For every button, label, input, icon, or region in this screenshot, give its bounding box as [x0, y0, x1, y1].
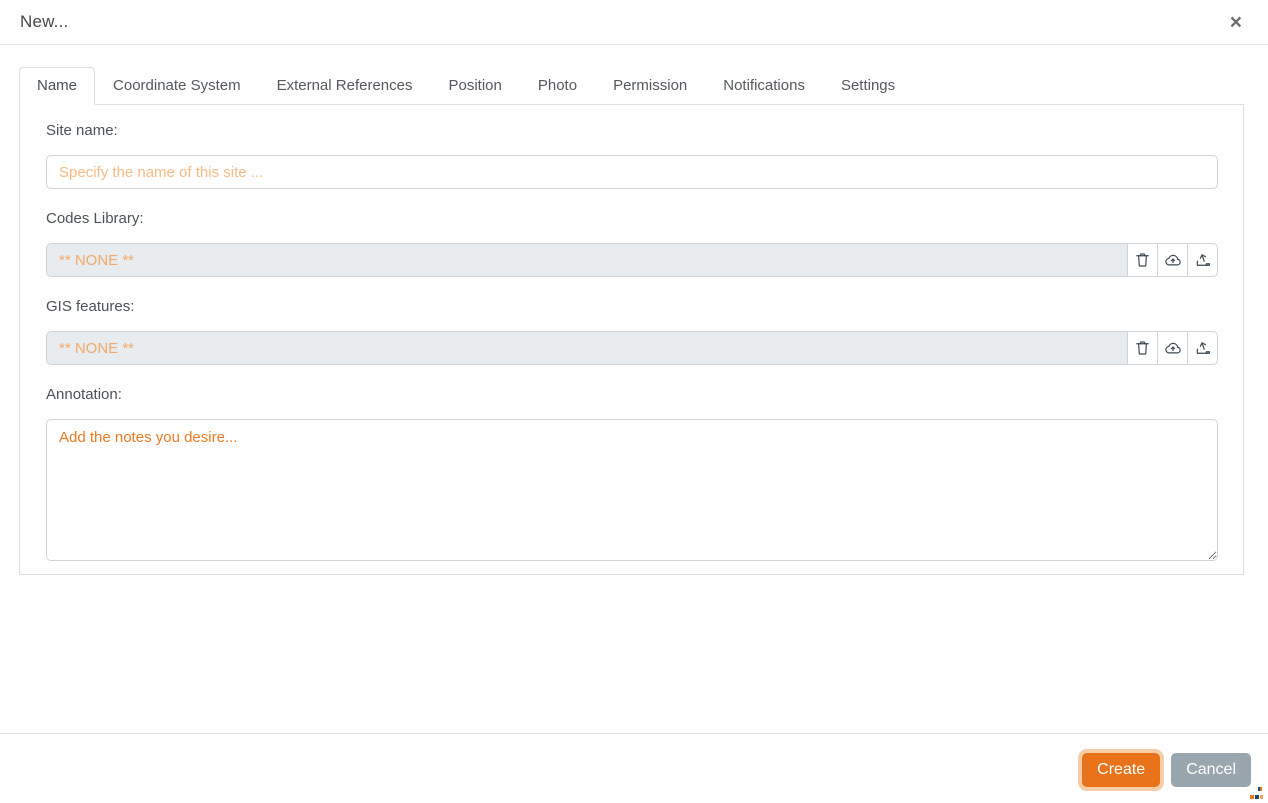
- gis-features-field: GIS features:: [46, 298, 1218, 365]
- trash-icon: [1134, 339, 1151, 357]
- trash-icon: [1134, 251, 1151, 269]
- upload-icon: [1194, 339, 1212, 357]
- gis-features-value[interactable]: [46, 331, 1128, 365]
- gis-features-label: GIS features:: [46, 298, 135, 315]
- codes-library-cloud-upload-button[interactable]: [1158, 243, 1188, 277]
- tab-coordinate-system[interactable]: Coordinate System: [95, 67, 259, 105]
- codes-library-value[interactable]: [46, 243, 1128, 277]
- tab-bar: Name Coordinate System External Referenc…: [19, 67, 1244, 105]
- tab-position[interactable]: Position: [430, 67, 519, 105]
- name-tab-panel: Site name: Codes Library:: [19, 105, 1244, 575]
- annotation-textarea[interactable]: [46, 419, 1218, 561]
- site-name-input[interactable]: [46, 155, 1218, 189]
- annotation-label: Annotation:: [46, 386, 122, 403]
- gis-features-delete-button[interactable]: [1128, 331, 1158, 365]
- upload-icon: [1194, 251, 1212, 269]
- gis-features-upload-button[interactable]: [1188, 331, 1218, 365]
- cloud-upload-icon: [1163, 251, 1183, 269]
- site-name-label: Site name:: [46, 122, 118, 139]
- tab-photo[interactable]: Photo: [520, 67, 595, 105]
- resize-grip-artifact: [1250, 787, 1263, 800]
- dialog-title: New...: [20, 12, 69, 31]
- codes-library-upload-button[interactable]: [1188, 243, 1218, 277]
- cancel-button[interactable]: Cancel: [1171, 753, 1251, 787]
- codes-library-field: Codes Library:: [46, 210, 1218, 277]
- gis-features-cloud-upload-button[interactable]: [1158, 331, 1188, 365]
- create-button[interactable]: Create: [1082, 753, 1161, 787]
- annotation-field: Annotation:: [46, 386, 1218, 566]
- site-name-field: Site name:: [46, 122, 1218, 189]
- tab-name[interactable]: Name: [19, 67, 96, 105]
- new-site-dialog: New... × Name Coordinate System External…: [0, 0, 1268, 803]
- close-icon[interactable]: ×: [1226, 10, 1246, 35]
- tab-external-references[interactable]: External References: [259, 67, 431, 105]
- tab-permission[interactable]: Permission: [595, 67, 705, 105]
- dialog-header: New... ×: [0, 0, 1268, 45]
- cloud-upload-icon: [1163, 339, 1183, 357]
- codes-library-delete-button[interactable]: [1128, 243, 1158, 277]
- tab-settings[interactable]: Settings: [823, 67, 913, 105]
- codes-library-label: Codes Library:: [46, 210, 144, 227]
- dialog-footer: Create Cancel: [0, 734, 1268, 787]
- tab-notifications[interactable]: Notifications: [705, 67, 823, 105]
